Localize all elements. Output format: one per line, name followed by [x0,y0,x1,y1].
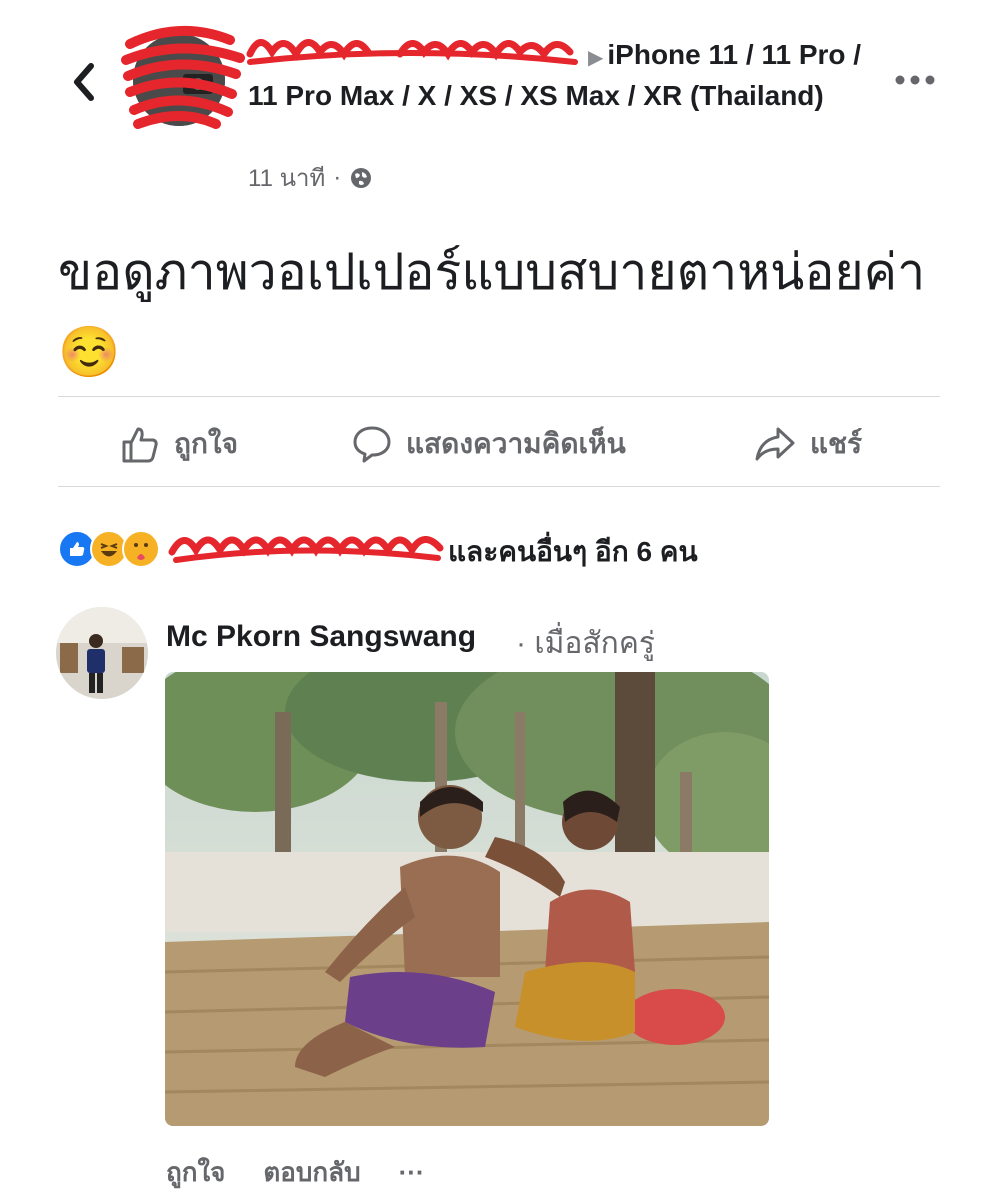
share-label: แชร์ [810,428,863,459]
divider-bottom [58,486,940,487]
massage-photo [165,672,769,1126]
comment-actions: ถูกใจ ตอบกลับ ··· [166,1152,425,1193]
comment-label: แสดงความคิดเห็น [406,428,626,459]
comment-like-button[interactable]: ถูกใจ [166,1152,225,1193]
comment-reply-button[interactable]: ตอบกลับ [263,1152,360,1193]
comment-button[interactable]: แสดงความคิดเห็น [352,416,626,472]
divider-top [58,396,940,397]
post-message: ขอดูภาพวอเปเปอร์แบบสบายตาหน่อยค่า ☺️ [58,244,926,380]
comment-photo[interactable] [165,672,769,1126]
breadcrumb-arrow-icon: ▶ [588,47,604,69]
globe-icon [351,167,372,188]
more-options-button[interactable] [880,62,950,98]
thumbs-up-icon [122,427,158,463]
like-button[interactable]: ถูกใจ [120,416,238,472]
back-button[interactable] [62,56,106,108]
more-horizontal-icon [895,75,935,85]
comment-more-button[interactable]: ··· [399,1157,425,1188]
care-reaction-icon [122,530,160,568]
share-arrow-icon [755,427,795,461]
group-breadcrumb[interactable]: ▶ iPhone 11 / 11 Pro / 11 Pro Max / X / X… [248,36,888,115]
post-timestamp[interactable]: 11 นาที [248,158,325,197]
post-meta: 11 นาที · [248,158,373,197]
commenter-avatar-photo [56,607,148,699]
meta-separator: · [333,163,342,191]
like-label: ถูกใจ [174,428,238,459]
chevron-left-icon [74,63,94,101]
reaction-icons[interactable] [58,526,160,572]
commenter-avatar[interactable] [56,607,148,699]
comment-time: · เมื่อสักครู่ [516,627,656,660]
reaction-summary[interactable]: และคนอื่นๆ อีก 6 คน [448,530,698,574]
comment-bubble-icon [353,426,391,463]
redaction-scribble-reactors [168,536,444,563]
group-name[interactable]: iPhone 11 / 11 Pro / 11 Pro Max / X / XS… [248,39,861,111]
share-button[interactable]: แชร์ [754,416,862,472]
commenter-name[interactable]: Mc Pkorn Sangswang [166,620,476,654]
